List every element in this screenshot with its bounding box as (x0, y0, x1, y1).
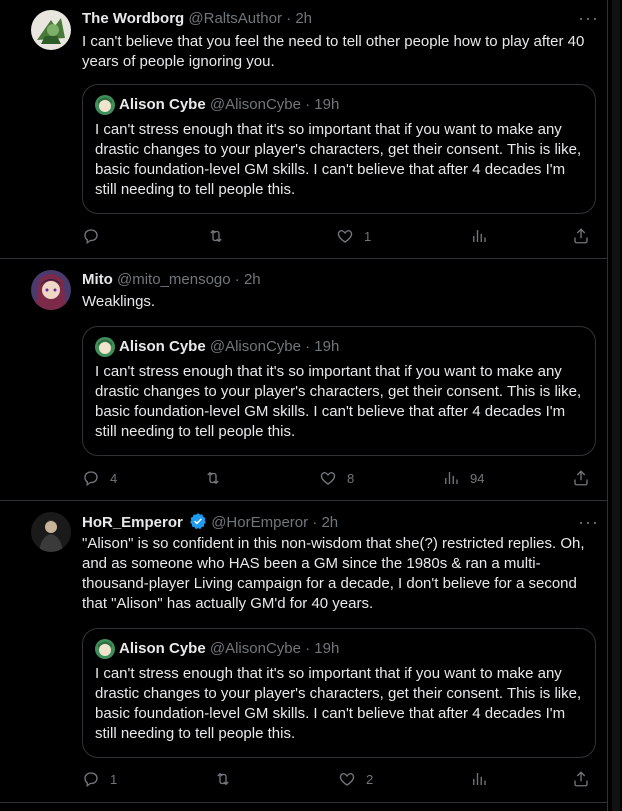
reply-count: 1 (110, 771, 118, 787)
retweet-button[interactable] (214, 769, 242, 789)
retweet-icon (207, 471, 219, 485)
like-count: 8 (347, 470, 355, 486)
avatar (95, 639, 115, 659)
share-icon (574, 228, 588, 244)
quote-author-name: Alison Cybe (119, 96, 206, 113)
tweet-header: HoR_Emperor @HorEmperor · 2h (82, 512, 338, 533)
quote-author-name: Alison Cybe (119, 338, 206, 355)
author-handle[interactable]: @HorEmperor · 2h (211, 514, 338, 531)
like-button[interactable]: 8 (319, 468, 354, 488)
like-button[interactable]: 2 (338, 769, 373, 789)
tweet-text: Weaklings. (82, 293, 156, 310)
quote-author-name: Alison Cybe (119, 640, 206, 657)
tweet-actions: 4 8 94 (82, 468, 597, 488)
reply-button[interactable]: 1 (82, 769, 117, 789)
views-button[interactable] (470, 226, 498, 246)
quote-header: Alison Cybe @AlisonCybe · 19h (95, 337, 339, 357)
author-name[interactable]: HoR_Emperor (82, 514, 183, 531)
quoted-tweet[interactable]: Alison Cybe @AlisonCybe · 19h I can't st… (82, 628, 596, 758)
tweet[interactable]: HoR_Emperor @HorEmperor · 2h ··· "Alison… (0, 500, 607, 803)
tweet[interactable]: The Wordborg @RaltsAuthor · 2h ··· I can… (0, 0, 607, 259)
author-name[interactable]: The Wordborg (82, 10, 184, 27)
retweet-icon (210, 229, 222, 243)
reply-button[interactable] (82, 226, 110, 246)
like-icon (320, 472, 336, 485)
quote-text: I can't stress enough that it's so impor… (95, 121, 582, 198)
avatar[interactable] (31, 270, 71, 310)
author-name[interactable]: Mito (82, 271, 113, 288)
views-count: 94 (470, 470, 485, 486)
quoted-tweet[interactable]: Alison Cybe @AlisonCybe · 19h I can't st… (82, 84, 596, 214)
quote-text: I can't stress enough that it's so impor… (95, 363, 582, 440)
more-icon[interactable]: ··· (578, 513, 598, 535)
tweet-header: The Wordborg @RaltsAuthor · 2h (82, 9, 312, 29)
author-handle[interactable]: @mito_mensogo · 2h (117, 271, 261, 288)
quote-header: Alison Cybe @AlisonCybe · 19h (95, 95, 339, 115)
tweet-text: "Alison" is so confident in this non-wis… (82, 535, 585, 612)
reply-count: 4 (110, 470, 118, 486)
tweet-actions: 1 2 (82, 769, 597, 789)
verified-icon (190, 513, 206, 530)
like-count: 1 (364, 228, 372, 244)
timeline: The Wordborg @RaltsAuthor · 2h ··· I can… (0, 0, 608, 811)
quote-author-handle: @AlisonCybe · 19h (209, 640, 340, 657)
quote-text: I can't stress enough that it's so impor… (95, 665, 582, 742)
views-icon (473, 230, 486, 242)
reply-button[interactable]: 4 (82, 468, 117, 488)
quoted-tweet[interactable]: Alison Cybe @AlisonCybe · 19h I can't st… (82, 326, 596, 456)
share-icon (574, 771, 588, 787)
avatar (95, 337, 115, 357)
avatar (95, 95, 115, 115)
views-button[interactable] (470, 769, 498, 789)
retweet-icon (217, 772, 229, 786)
like-count: 2 (366, 771, 374, 787)
views-icon (473, 773, 486, 785)
views-button[interactable]: 94 (442, 468, 484, 488)
tweet-actions: 1 (82, 226, 597, 246)
reply-icon (84, 229, 98, 245)
avatar[interactable] (31, 512, 71, 552)
reply-icon (84, 772, 98, 788)
quote-author-handle: @AlisonCybe · 19h (209, 338, 340, 355)
share-button[interactable] (572, 226, 590, 246)
more-icon[interactable]: ··· (578, 9, 598, 31)
share-button[interactable] (572, 468, 590, 488)
like-icon (337, 230, 353, 243)
author-handle[interactable]: @RaltsAuthor · 2h (188, 10, 312, 27)
reply-icon (84, 471, 98, 487)
like-icon (339, 773, 355, 786)
tweet-text: I can't believe that you feel the need t… (82, 33, 585, 70)
quote-author-handle: @AlisonCybe · 19h (209, 96, 340, 113)
like-button[interactable]: 1 (336, 226, 371, 246)
retweet-button[interactable] (204, 468, 232, 488)
quote-header: Alison Cybe @AlisonCybe · 19h (95, 639, 339, 659)
tweet[interactable]: Mito @mito_mensogo · 2h Weaklings. Aliso… (0, 258, 607, 501)
views-icon (445, 472, 458, 484)
retweet-button[interactable] (207, 226, 235, 246)
scrollbar[interactable] (612, 0, 620, 811)
avatar[interactable] (31, 10, 71, 50)
share-button[interactable] (572, 769, 590, 789)
share-icon (574, 470, 588, 486)
tweet-header: Mito @mito_mensogo · 2h (82, 270, 261, 290)
